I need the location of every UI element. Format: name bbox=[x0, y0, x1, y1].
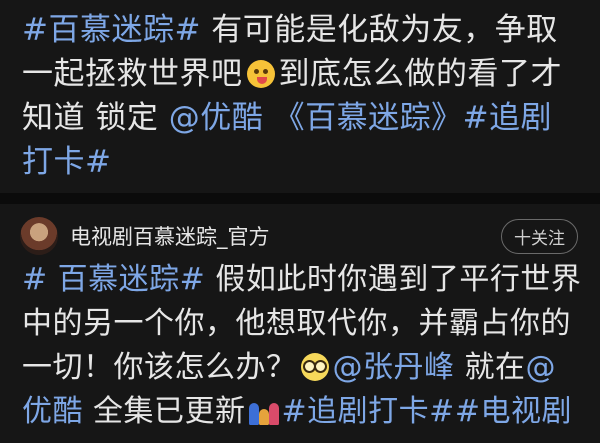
glasses-face-icon bbox=[300, 353, 329, 381]
hashtag-baimu[interactable]: # 百慕迷踪# bbox=[22, 262, 205, 297]
avatar[interactable] bbox=[20, 217, 58, 255]
post-text: 全集已更新 bbox=[83, 394, 246, 429]
post-bottom-text: # 百慕迷踪# 假如此时你遇到了平行世界中的另一个你，他想取代你，并霸占你的一切… bbox=[22, 258, 582, 434]
mention-youku[interactable]: @优酷 bbox=[169, 100, 264, 136]
author-name[interactable]: 电视剧百慕迷踪_官方 bbox=[70, 221, 501, 251]
hashtag-tv[interactable]: #电视剧 bbox=[455, 394, 572, 429]
title-link-baimu[interactable]: 《百慕迷踪》 bbox=[274, 100, 463, 136]
post-text: 就在 bbox=[454, 350, 526, 385]
post-text bbox=[263, 100, 273, 136]
post-top-text: #百慕迷踪# 有可能是化敌为友，争取一起拯救世界吧 到底怎么做的看了才知道 锁定 … bbox=[22, 8, 582, 184]
family-icon bbox=[248, 397, 279, 425]
section-divider bbox=[0, 193, 600, 204]
author-row: 电视剧百慕迷踪_官方 十关注 bbox=[20, 214, 578, 258]
yum-face-icon bbox=[246, 60, 275, 88]
hashtag-checkin[interactable]: #追剧打卡# bbox=[282, 394, 455, 429]
follow-button[interactable]: 十关注 bbox=[501, 218, 578, 254]
hashtag-baimu[interactable]: #百慕迷踪# bbox=[22, 12, 201, 48]
mention-zhang-danfeng[interactable]: @张丹峰 bbox=[333, 350, 455, 385]
